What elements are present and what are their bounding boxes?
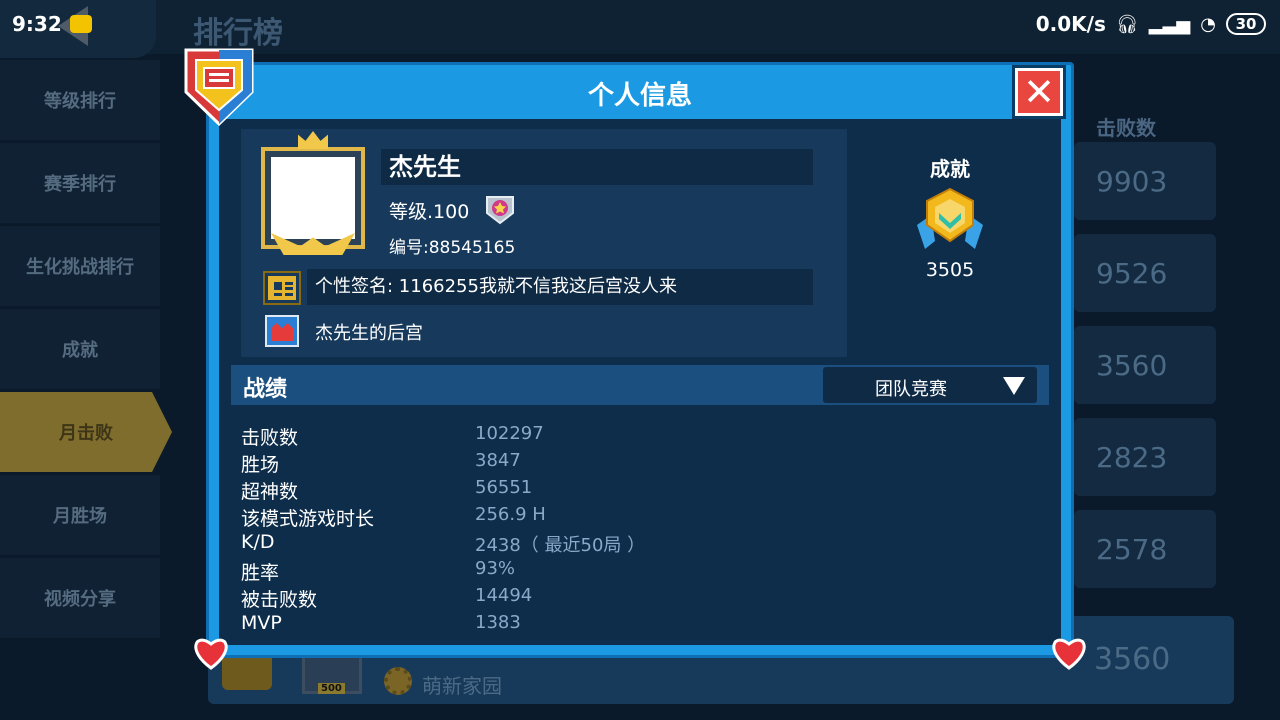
rank-row-value: 3560 — [1074, 326, 1216, 404]
stats-list: 击败数 102297 胜场 3847 超神数 56551 该模式游戏时长 256… — [241, 421, 941, 637]
stat-row: 该模式游戏时长 256.9 H — [241, 502, 941, 530]
sidebar-item-monthly-kills[interactable]: 月击败 — [0, 392, 172, 472]
heart-icon — [194, 638, 228, 670]
stat-value: 93% — [475, 558, 516, 579]
stat-value: 256.9 H — [475, 504, 546, 525]
rank-badge-icon — [486, 196, 514, 225]
stat-label: 超神数 — [241, 481, 299, 503]
stat-label: 胜场 — [241, 454, 280, 476]
rank-row-value: 9903 — [1074, 142, 1216, 220]
profile-emblem-icon — [184, 48, 254, 126]
dialog-titlebar: 个人信息 ✕ — [209, 65, 1071, 119]
stat-label: 胜率 — [241, 562, 280, 584]
sidebar-item-level-rank[interactable]: 等级排行 — [0, 60, 160, 140]
record-header: 战绩 团队竞赛 — [231, 365, 1049, 405]
close-icon: ✕ — [1023, 70, 1055, 114]
stat-value: 1383 — [475, 612, 521, 633]
guild-name[interactable]: 杰先生的后宫 — [315, 319, 423, 345]
player-id: 编号:88545165 — [389, 238, 516, 258]
rank-row-value: 9526 — [1074, 234, 1216, 312]
rank-row-value: 2578 — [1074, 510, 1216, 588]
heart-icon — [1052, 638, 1086, 670]
stat-row: 胜率 93% — [241, 556, 941, 584]
stat-row: 胜场 3847 — [241, 448, 941, 476]
stat-row: 被击败数 14494 — [241, 583, 941, 611]
avatar[interactable] — [261, 147, 365, 249]
close-button[interactable]: ✕ — [1012, 65, 1066, 119]
stat-value: 3847 — [475, 450, 521, 471]
sidebar-item-achievement[interactable]: 成就 — [0, 309, 160, 389]
stat-row: K/D 2438（ 最近50局 ） — [241, 529, 941, 556]
dropdown-arrow-icon — [1003, 377, 1025, 395]
column-header-kills: 击败数 — [1096, 116, 1156, 140]
id-card-icon — [263, 271, 301, 305]
record-title: 战绩 — [243, 377, 288, 402]
wifi-icon: ◔ — [1200, 13, 1216, 35]
stat-label: 该模式游戏时长 — [241, 508, 375, 530]
stat-value: 102297 — [475, 423, 544, 444]
sidebar: 等级排行 赛季排行 生化挑战排行 成就 月击败 月胜场 视频分享 — [0, 60, 172, 641]
stat-label: 被击败数 — [241, 589, 318, 611]
status-time: 9:32 — [12, 12, 62, 36]
crown-icon — [298, 131, 328, 149]
dialog-title: 个人信息 — [587, 81, 692, 111]
stat-value: 14494 — [475, 585, 533, 606]
dialog-body: 杰先生 等级.100 编号:88545165 个性签名: 1166255我就不信… — [219, 119, 1061, 645]
player-name: 杰先生 — [381, 149, 813, 185]
achievement-value: 3505 — [925, 259, 975, 281]
battery-icon: 30 — [1226, 13, 1266, 35]
stat-row: 击败数 102297 — [241, 421, 941, 449]
rank-row-value: 2823 — [1074, 418, 1216, 496]
mode-dropdown-value: 团队竞赛 — [875, 379, 947, 400]
achievement-medal-icon — [917, 187, 983, 249]
profile-dialog: 个人信息 ✕ 杰先生 等级.100 编号:88545165 个性签名: 1166… — [206, 62, 1074, 658]
sidebar-item-zombie-rank[interactable]: 生化挑战排行 — [0, 226, 160, 306]
stat-row: MVP 1383 — [241, 610, 941, 637]
headphones-icon: 🎧︎ — [1115, 13, 1139, 35]
my-rank-value: 3560 — [1094, 642, 1171, 677]
sidebar-item-video-share[interactable]: 视频分享 — [0, 558, 160, 638]
guild-gear-icon — [384, 667, 412, 695]
avatar-level-tag: 500 — [318, 683, 345, 694]
player-signature: 个性签名: 1166255我就不信我这后宫没人来 — [307, 269, 813, 305]
avatar-image — [271, 157, 355, 239]
achievement-panel: 成就 3505 — [847, 129, 1053, 357]
stat-value: 56551 — [475, 477, 533, 498]
stat-row: 超神数 56551 — [241, 475, 941, 503]
stat-label: K/D — [241, 531, 275, 553]
guild-castle-icon — [265, 315, 299, 347]
stat-label: MVP — [241, 612, 282, 634]
sidebar-item-season-rank[interactable]: 赛季排行 — [0, 143, 160, 223]
app-notification-icon — [70, 15, 92, 33]
my-guild-name: 萌新家园 — [422, 674, 502, 698]
signal-icon: ▂▃▅ — [1148, 13, 1191, 35]
sidebar-item-monthly-wins[interactable]: 月胜场 — [0, 475, 160, 555]
profile-card: 杰先生 等级.100 编号:88545165 个性签名: 1166255我就不信… — [241, 129, 847, 357]
player-level: 等级.100 — [389, 201, 470, 223]
achievement-label: 成就 — [930, 157, 970, 181]
mode-dropdown[interactable]: 团队竞赛 — [823, 367, 1037, 403]
stat-value: 2438（ 最近50局 ） — [475, 535, 646, 556]
status-bar-right: 0.0K/s 🎧︎ ▂▃▅ ◔ 30 — [1036, 12, 1266, 36]
stat-label: 击败数 — [241, 427, 299, 449]
network-speed: 0.0K/s — [1035, 12, 1106, 36]
